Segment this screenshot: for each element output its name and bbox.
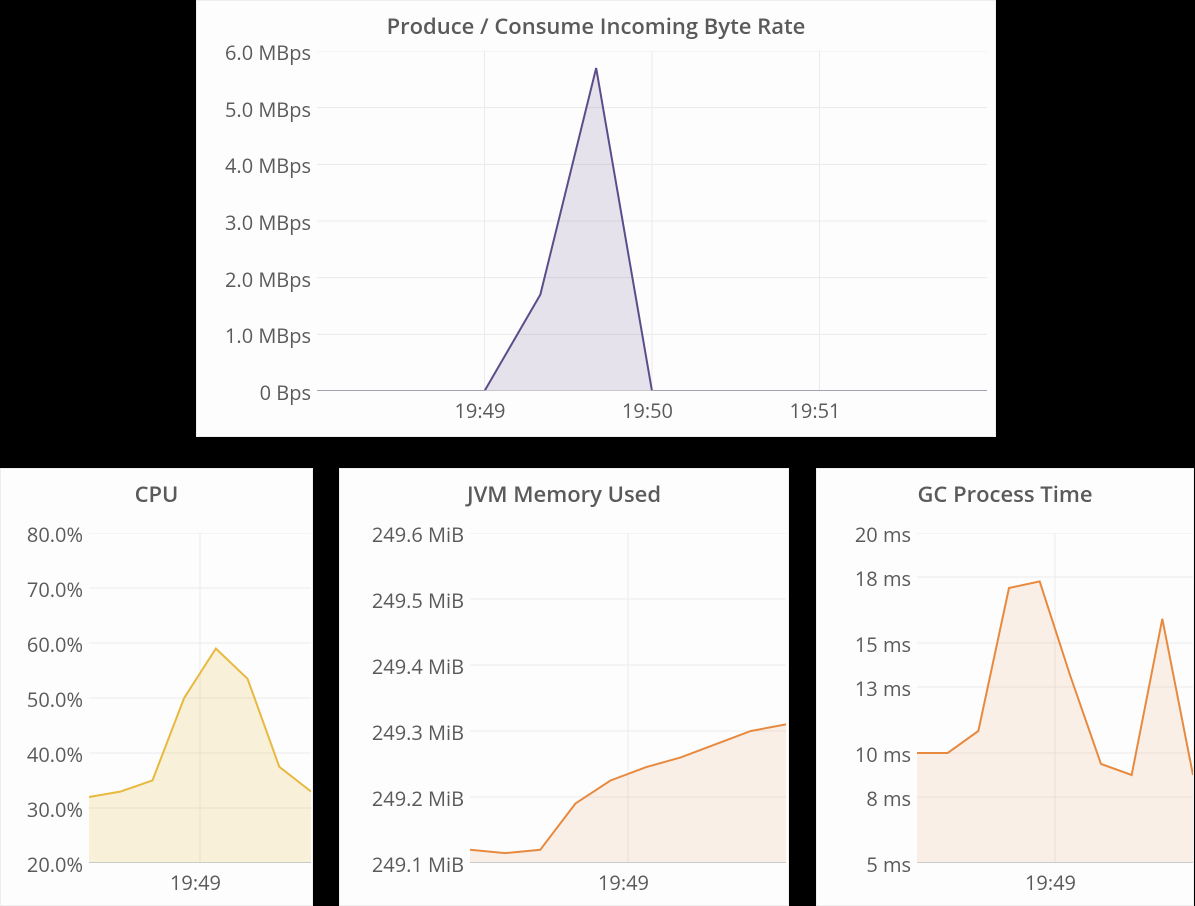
y-tick-label: 249.6 MiB [342, 521, 464, 548]
y-tick-label: 40.0% [1, 741, 83, 768]
x-tick-label: 19:51 [790, 397, 841, 424]
y-tick-label: 4.0 MBps [199, 152, 311, 179]
panel-byte-rate: Produce / Consume Incoming Byte Rate 0 B… [196, 0, 996, 437]
x-tick-label: 19:49 [1025, 869, 1076, 896]
panel-jvm: JVM Memory Used 249.1 MiB 249.2 MiB 249.3 … [339, 468, 789, 906]
x-tick-label: 19:49 [598, 869, 649, 896]
x-tick-label: 19:50 [622, 397, 673, 424]
y-tick-label: 249.5 MiB [342, 587, 464, 614]
x-tick-label: 19:49 [455, 397, 506, 424]
y-tick-label: 20 ms [819, 521, 911, 548]
y-tick-label: 30.0% [1, 796, 83, 823]
y-tick-label: 6.0 MBps [199, 39, 311, 66]
chart-jvm [470, 533, 786, 863]
y-tick-label: 13 ms [819, 675, 911, 702]
y-tick-label: 18 ms [819, 565, 911, 592]
y-tick-label: 249.3 MiB [342, 719, 464, 746]
y-tick-label: 249.2 MiB [342, 785, 464, 812]
y-tick-label: 5 ms [819, 851, 911, 878]
panel-title-jvm: JVM Memory Used [340, 469, 788, 515]
y-tick-label: 2.0 MBps [199, 266, 311, 293]
chart-cpu [89, 533, 311, 863]
panel-gc: GC Process Time 5 ms 8 ms 10 ms 13 ms 15 ms 1… [816, 468, 1194, 906]
y-tick-label: 0 Bps [199, 379, 311, 406]
x-tick-label: 19:49 [170, 869, 221, 896]
y-tick-label: 8 ms [819, 785, 911, 812]
y-tick-label: 15 ms [819, 631, 911, 658]
y-tick-label: 249.4 MiB [342, 653, 464, 680]
panel-title-cpu: CPU [1, 469, 312, 515]
chart-gc [917, 533, 1193, 863]
panel-cpu: CPU 20.0% 30.0% 40.0% 50.0% 60.0% 70.0% 80.0% 1… [0, 468, 313, 906]
panel-title-byte-rate: Produce / Consume Incoming Byte Rate [197, 1, 995, 47]
chart-byte-rate [317, 51, 987, 391]
y-tick-label: 1.0 MBps [199, 322, 311, 349]
y-tick-label: 3.0 MBps [199, 209, 311, 236]
y-tick-label: 20.0% [1, 851, 83, 878]
y-tick-label: 249.1 MiB [342, 851, 464, 878]
y-tick-label: 10 ms [819, 741, 911, 768]
y-tick-label: 80.0% [1, 521, 83, 548]
panel-title-gc: GC Process Time [817, 469, 1193, 515]
y-tick-label: 50.0% [1, 686, 83, 713]
y-tick-label: 60.0% [1, 631, 83, 658]
y-tick-label: 5.0 MBps [199, 96, 311, 123]
y-tick-label: 70.0% [1, 576, 83, 603]
